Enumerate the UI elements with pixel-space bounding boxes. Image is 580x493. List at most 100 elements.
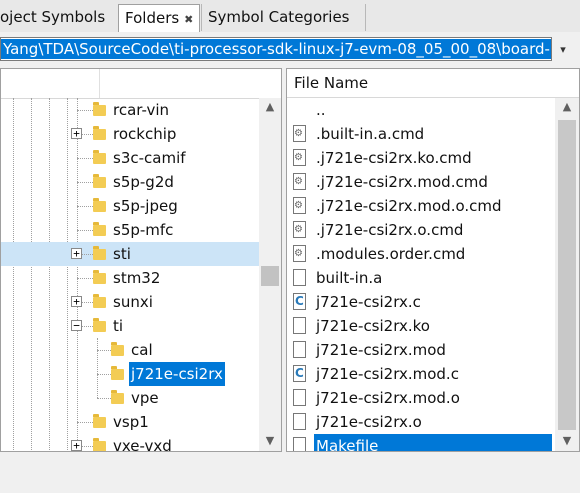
tree-item-label: sunxi — [113, 293, 153, 311]
collapse-icon[interactable]: − — [71, 320, 82, 331]
tree-item-label: stm32 — [113, 269, 161, 287]
file-row[interactable]: j721e-csi2rx.mod.c — [287, 362, 553, 386]
cmd-file-icon — [293, 149, 306, 166]
tree-item-label: rockchip — [113, 125, 177, 143]
file-name: j721e-csi2rx.mod.c — [316, 365, 459, 383]
file-row[interactable]: .j721e-csi2rx.ko.cmd — [287, 146, 553, 170]
tree-item[interactable]: s5p-mfc — [1, 218, 259, 242]
file-row[interactable]: built-in.a — [287, 266, 553, 290]
expand-icon[interactable]: + — [71, 440, 82, 451]
tree-item-label: cal — [131, 341, 153, 359]
folder-icon — [111, 390, 124, 404]
folder-tree: rcar-vin + rockchip s3c-camif s5p-g2d s5p-jpe… — [0, 68, 282, 452]
file-row[interactable]: j721e-csi2rx.mod — [287, 338, 553, 362]
tree-item-label: ti — [113, 317, 124, 335]
tree-item[interactable]: − ti — [1, 314, 259, 338]
tree-scrollbar[interactable]: ▲ ▼ — [259, 98, 281, 451]
tab-symbol-categories[interactable]: Symbol Categories — [201, 4, 366, 31]
folder-icon — [111, 366, 124, 380]
file-name: .j721e-csi2rx.mod.o.cmd — [316, 197, 502, 215]
path-input-value: Yang\TDA\SourceCode\ti-processor-sdk-lin… — [1, 39, 551, 59]
file-list-scrollbar[interactable]: ▲ ▼ — [555, 98, 579, 451]
tree-item[interactable]: s5p-g2d — [1, 170, 259, 194]
scroll-thumb[interactable] — [261, 266, 279, 286]
status-area — [0, 452, 580, 493]
tree-item[interactable]: j721e-csi2rx — [1, 362, 259, 386]
file-list: File Name .. .built-in.a.cmd .j721e-csi2rx… — [286, 68, 580, 452]
tree-item[interactable]: + sti — [1, 242, 259, 266]
expand-icon[interactable]: + — [71, 248, 82, 259]
file-name: Makefile — [314, 434, 552, 451]
folder-icon — [93, 294, 106, 308]
file-row[interactable]: j721e-csi2rx.c — [287, 290, 553, 314]
file-name: j721e-csi2rx.ko — [316, 317, 430, 335]
file-icon — [293, 341, 306, 358]
folder-icon — [93, 222, 106, 236]
folder-icon — [93, 318, 106, 332]
path-input[interactable]: Yang\TDA\SourceCode\ti-processor-sdk-lin… — [0, 37, 552, 61]
tree-item[interactable]: + rockchip — [1, 122, 259, 146]
scroll-up-icon[interactable]: ▲ — [560, 100, 574, 114]
scroll-down-icon[interactable]: ▼ — [263, 434, 277, 448]
tree-header — [1, 69, 281, 99]
tree-item[interactable]: cal — [1, 338, 259, 362]
expand-icon[interactable]: + — [71, 128, 82, 139]
folder-icon — [93, 198, 106, 212]
scroll-up-icon[interactable]: ▲ — [263, 100, 277, 114]
folder-icon — [93, 174, 106, 188]
tab-project-symbols[interactable]: oject Symbols — [0, 4, 116, 31]
path-bar: Yang\TDA\SourceCode\ti-processor-sdk-lin… — [0, 32, 580, 66]
folder-icon — [93, 270, 106, 284]
scroll-thumb[interactable] — [558, 120, 576, 430]
file-row[interactable]: Makefile — [287, 434, 553, 451]
tree-item[interactable]: s5p-jpeg — [1, 194, 259, 218]
tab-folders[interactable]: Folders ✖ — [118, 4, 200, 33]
tree-item[interactable]: vpe — [1, 386, 259, 410]
tree-item-label: vsp1 — [113, 413, 149, 431]
file-row[interactable]: .j721e-csi2rx.mod.cmd — [287, 170, 553, 194]
file-icon — [293, 437, 306, 451]
tab-label: oject Symbols — [0, 8, 106, 26]
tree-item[interactable]: s3c-camif — [1, 146, 259, 170]
file-name: j721e-csi2rx.mod.o — [316, 389, 460, 407]
tree-item-label: s3c-camif — [113, 149, 186, 167]
c-source-file-icon — [293, 365, 306, 382]
file-name-column-header[interactable]: File Name — [287, 69, 579, 98]
tree-item[interactable]: + vxe-vxd — [1, 434, 259, 451]
file-row[interactable]: j721e-csi2rx.ko — [287, 314, 553, 338]
file-row[interactable]: .j721e-csi2rx.o.cmd — [287, 218, 553, 242]
tab-label: Folders — [125, 9, 180, 27]
close-icon[interactable]: ✖ — [184, 13, 193, 26]
scroll-down-icon[interactable]: ▼ — [560, 434, 574, 448]
cmd-file-icon — [293, 197, 306, 214]
c-source-file-icon — [293, 293, 306, 310]
file-row[interactable]: .. — [287, 98, 553, 122]
tree-item-label: vpe — [131, 389, 159, 407]
file-row[interactable]: j721e-csi2rx.o — [287, 410, 553, 434]
tree-item[interactable]: + sunxi — [1, 290, 259, 314]
file-row[interactable]: .modules.order.cmd — [287, 242, 553, 266]
cmd-file-icon — [293, 173, 306, 190]
file-icon — [293, 413, 306, 430]
file-name: .j721e-csi2rx.ko.cmd — [316, 149, 472, 167]
file-row[interactable]: .built-in.a.cmd — [287, 122, 553, 146]
file-name: .j721e-csi2rx.o.cmd — [316, 221, 464, 239]
cmd-file-icon — [293, 125, 306, 142]
tree-item-label: s5p-mfc — [113, 221, 174, 239]
chevron-down-icon[interactable]: ▾ — [556, 43, 570, 57]
file-icon — [293, 269, 306, 286]
tree-item[interactable]: vsp1 — [1, 410, 259, 434]
file-name: j721e-csi2rx.c — [316, 293, 421, 311]
file-name: .built-in.a.cmd — [316, 125, 425, 143]
expand-icon[interactable]: + — [71, 296, 82, 307]
tree-item[interactable]: stm32 — [1, 266, 259, 290]
tree-item-label: s5p-g2d — [113, 173, 174, 191]
file-row[interactable]: j721e-csi2rx.mod.o — [287, 386, 553, 410]
tree-item[interactable]: rcar-vin — [1, 98, 259, 122]
folder-icon — [93, 126, 106, 140]
file-icon — [293, 317, 306, 334]
file-name: .j721e-csi2rx.mod.cmd — [316, 173, 488, 191]
file-row[interactable]: .j721e-csi2rx.mod.o.cmd — [287, 194, 553, 218]
folder-icon — [93, 438, 106, 451]
tree-item-label: s5p-jpeg — [113, 197, 178, 215]
